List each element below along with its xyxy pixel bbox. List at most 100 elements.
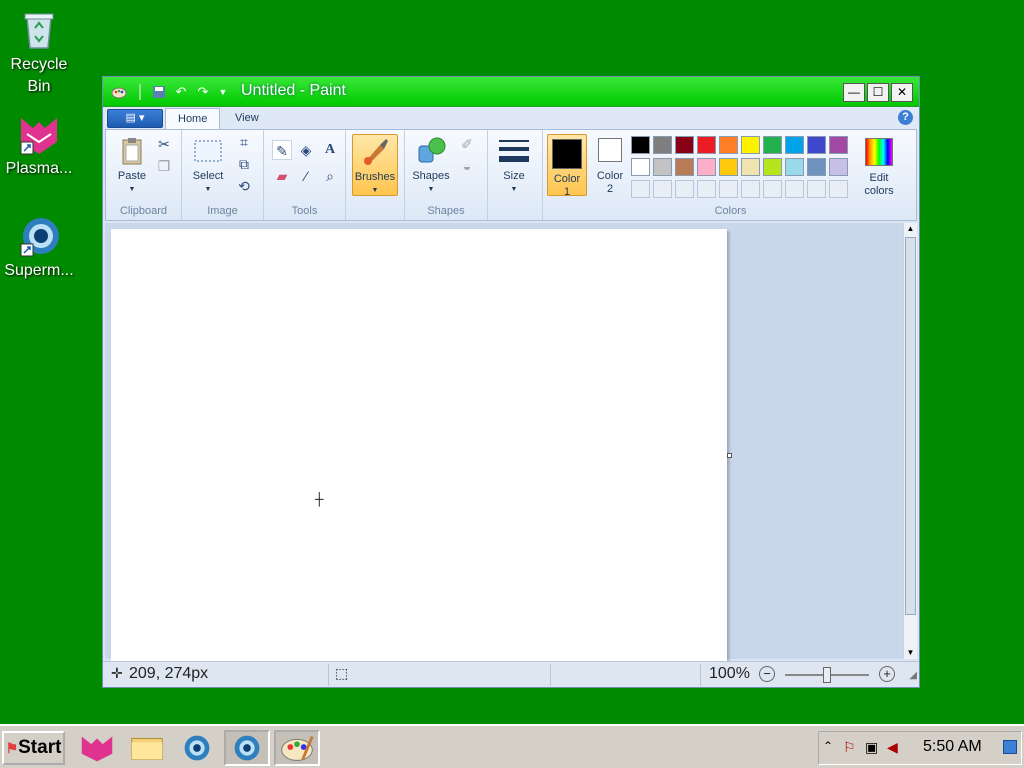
zoom-slider[interactable] [785,667,869,683]
palette-swatch[interactable] [741,158,760,176]
palette-swatch[interactable] [807,158,826,176]
select-button[interactable]: Select ▼ [188,136,228,196]
tab-view[interactable]: View [223,108,271,129]
resize-icon[interactable]: ⧉ [234,154,254,174]
zoom-level: 100% [709,665,750,682]
taskbar-superm-icon[interactable] [174,730,220,766]
taskbar-superm-window-icon[interactable] [224,730,270,766]
palette-swatch[interactable] [829,136,848,154]
taskbar-plasma-icon[interactable] [74,730,120,766]
scroll-down-icon[interactable]: ▼ [904,647,917,659]
palette-custom-slot[interactable] [653,180,672,198]
color2-button[interactable]: Color 2 [591,138,629,196]
desktop-icon-label: Bin [27,78,51,95]
pencil-icon[interactable]: ✎ [272,140,292,160]
color-palette [631,136,855,202]
palette-swatch[interactable] [675,136,694,154]
resize-grip-icon[interactable]: ◢ [909,670,917,681]
palette-custom-slot[interactable] [719,180,738,198]
zoom-in-icon[interactable]: + [879,666,895,682]
maximize-button[interactable]: ☐ [867,83,889,102]
taskbar-explorer-icon[interactable] [124,730,170,766]
palette-custom-slot[interactable] [697,180,716,198]
palette-swatch[interactable] [675,158,694,176]
title-bar[interactable]: ↶ ↷ ▼ Untitled - Paint — ☐ ✕ [103,77,919,107]
palette-swatch[interactable] [763,136,782,154]
palette-swatch[interactable] [653,158,672,176]
tab-home[interactable]: Home [165,108,221,129]
palette-custom-slot[interactable] [763,180,782,198]
save-icon[interactable] [151,84,167,100]
fill-shape-icon[interactable]: ◒ [457,156,477,176]
brushes-button[interactable]: Brushes ▼ [352,134,398,196]
close-button[interactable]: ✕ [891,83,913,102]
group-shapes: Shapes ▼ ✐ ◒ Shapes [404,130,488,220]
scroll-thumb[interactable] [905,237,916,615]
volume-muted-icon[interactable]: ◀ [887,739,898,756]
magnifier-icon[interactable]: ⌕ [320,166,340,186]
drawing-canvas[interactable]: ┼ [111,229,727,661]
ribbon: Paste ▼ ✂ ❐ Clipboard Select ▼ ⌗ ⧉ ⟲ Ima… [105,129,917,221]
palette-swatch[interactable] [785,158,804,176]
eraser-icon[interactable]: ▰ [272,166,292,186]
crop-icon[interactable]: ⌗ [234,132,254,152]
palette-swatch[interactable] [697,136,716,154]
edit-colors-button[interactable]: Edit colors [857,138,901,198]
palette-swatch[interactable] [719,158,738,176]
palette-swatch[interactable] [631,136,650,154]
palette-swatch[interactable] [785,136,804,154]
zoom-slider-thumb[interactable] [823,667,831,683]
palette-swatch[interactable] [763,158,782,176]
palette-swatch[interactable] [829,158,848,176]
palette-swatch[interactable] [653,136,672,154]
palette-custom-slot[interactable] [785,180,804,198]
paste-button[interactable]: Paste ▼ [112,136,152,196]
palette-swatch[interactable] [719,136,738,154]
start-button[interactable]: ⚑Start [2,731,65,765]
desktop-icon-superm[interactable]: Superm... [0,214,78,282]
shapes-button[interactable]: Shapes ▼ [409,136,453,196]
palette-custom-slot[interactable] [829,180,848,198]
palette-custom-slot[interactable] [807,180,826,198]
palette-swatch[interactable] [697,158,716,176]
vertical-scrollbar[interactable]: ▲ ▼ [903,223,917,659]
show-hidden-icons-icon[interactable]: ⌃ [823,739,833,753]
size-button[interactable]: Size ▼ [494,136,534,196]
canvas-resize-handle[interactable] [727,453,732,458]
customize-quick-access-icon[interactable]: ▼ [215,84,231,100]
text-icon[interactable]: A [320,140,340,160]
cursor-position: 209, 274px [129,665,209,682]
desktop-icon-recycle-bin[interactable]: Recycle Bin [0,8,78,98]
palette-swatch[interactable] [807,136,826,154]
cut-icon[interactable]: ✂ [154,134,174,154]
palette-swatch[interactable] [631,158,650,176]
network-icon[interactable]: ▣ [865,739,878,756]
taskbar-paint-icon[interactable] [274,730,320,766]
undo-icon[interactable]: ↶ [173,84,189,100]
redo-icon[interactable]: ↷ [195,84,211,100]
paint-app-icon[interactable] [111,84,127,100]
color1-button[interactable]: Color 1 [547,134,587,198]
minimize-button[interactable]: — [843,83,865,102]
paint-window: ↶ ↷ ▼ Untitled - Paint — ☐ ✕ ▤ ▾ Home Vi… [102,76,920,688]
help-icon[interactable]: ? [898,110,913,125]
zoom-out-icon[interactable]: − [759,666,775,682]
color2-label: Color [596,170,624,182]
palette-swatch[interactable] [741,136,760,154]
palette-custom-slot[interactable] [741,180,760,198]
palette-custom-slot[interactable] [675,180,694,198]
paint-menu-button[interactable]: ▤ ▾ [107,109,163,128]
action-center-icon[interactable]: ⚐ [843,739,856,756]
fill-icon[interactable]: ◈ [296,140,316,160]
start-label: Start [18,737,62,758]
rotate-icon[interactable]: ⟲ [234,176,254,196]
scroll-up-icon[interactable]: ▲ [904,223,917,235]
color-picker-icon[interactable]: ⁄ [296,166,316,186]
desktop-icon-plasma[interactable]: Plasma... [0,112,78,180]
outline-icon[interactable]: ✐ [457,134,477,154]
cursor-position-cell: ✛ 209, 274px [103,664,329,686]
brushes-label: Brushes [354,171,396,183]
palette-custom-slot[interactable] [631,180,650,198]
copy-icon[interactable]: ❐ [154,156,174,176]
show-desktop-icon[interactable] [1003,740,1017,754]
